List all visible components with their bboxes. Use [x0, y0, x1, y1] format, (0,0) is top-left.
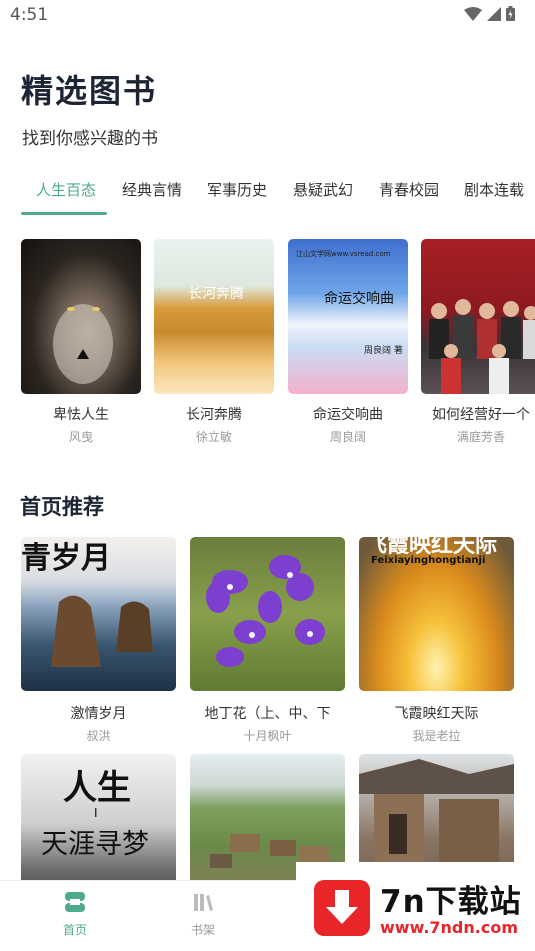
book-author: 满庭芳香 [456, 430, 505, 444]
nav-home[interactable]: 首页 [45, 891, 105, 938]
book-title: 如何经营好一个 [432, 407, 530, 423]
book-author: 徐立敏 [195, 430, 232, 444]
bookshelf-icon [194, 894, 213, 911]
cover-title: 人生 [63, 768, 131, 808]
book-author: 叔洪 [86, 729, 111, 743]
page-title: 精选图书 [21, 72, 158, 110]
book-title: 飞霞映红天际 [394, 706, 479, 722]
book-title: 地丁花（上、中、下 [204, 706, 331, 722]
tab-qingchunxiaoyuan[interactable]: 青春校园 [379, 179, 439, 200]
tab-junshilishi[interactable]: 军事历史 [207, 179, 267, 200]
book-cover: 青岁月 [21, 537, 176, 691]
cover-site: 江山文学网www.vsread.com [296, 250, 391, 258]
status-icons [464, 6, 515, 21]
category-tabs: 人生百态 经典言情 军事历史 悬疑武幻 青春校园 剧本连载 [0, 172, 535, 218]
tab-jingdianyanqing[interactable]: 经典言情 [122, 179, 182, 200]
book-title: 命运交响曲 [313, 407, 383, 423]
cover-separator: I [94, 806, 98, 820]
tab-jubenlianzai[interactable]: 剧本连载 [464, 179, 524, 200]
home-icon [65, 892, 85, 912]
recommend-book[interactable]: 青岁月 激情岁月 叔洪 [21, 537, 176, 744]
signal-icon [487, 6, 501, 21]
book-title: 卑怯人生 [53, 407, 109, 423]
nav-bookshelf-label: 书架 [190, 923, 215, 937]
section-title: 首页推荐 [20, 495, 104, 519]
cover-pinyin: Feixiayinghongtianji [371, 555, 486, 566]
book-author: 周良阔 [329, 430, 366, 444]
featured-book[interactable]: 江山文学网www.vsread.com 命运交响曲 周良阔 著 命运交响曲 周良… [288, 239, 408, 445]
featured-book[interactable]: 如何经营好一个 满庭芳香 [421, 239, 535, 445]
book-title: 激情岁月 [70, 706, 127, 722]
book-cover [421, 239, 535, 394]
status-time: 4:51 [10, 5, 49, 25]
cover-title: 命运交响曲 [324, 291, 394, 307]
book-title: 长河奔腾 [186, 407, 242, 423]
book-author: 十月枫叶 [243, 729, 292, 743]
nav-home-label: 首页 [62, 923, 87, 937]
book-cover: 长河奔腾 [154, 239, 274, 394]
download-logo-icon [314, 880, 370, 936]
recommend-book[interactable]: 地丁花（上、中、下 十月枫叶 [190, 537, 345, 744]
recommend-book[interactable]: 飞霞映红天际 Feixiayinghongtianji 飞霞映红天际 我是老拉 [359, 537, 514, 744]
featured-book[interactable]: 卑怯人生 风曳 [21, 239, 141, 445]
tab-renshengbaitai[interactable]: 人生百态 [36, 179, 96, 200]
book-author: 我是老拉 [412, 729, 461, 743]
featured-book-list: 卑怯人生 风曳 长河奔腾 长河奔腾 徐立敏 江山文学网www.vsread.co… [0, 239, 535, 449]
watermark-url: www.7ndn.com [380, 918, 518, 937]
active-tab-indicator [21, 212, 107, 215]
book-cover: 飞霞映红天际 Feixiayinghongtianji [359, 537, 514, 691]
wifi-icon [464, 6, 482, 21]
watermark-brand: 7n下载站 [380, 884, 522, 920]
book-cover: 江山文学网www.vsread.com 命运交响曲 周良阔 著 [288, 239, 408, 394]
book-cover [21, 239, 141, 394]
status-bar: 4:51 [0, 0, 535, 32]
book-author: 风曳 [68, 430, 93, 444]
cover-subtitle: 天涯寻梦 [41, 829, 149, 860]
cover-author: 周良阔 著 [364, 346, 403, 356]
tab-xuanyiwuhuan[interactable]: 悬疑武幻 [293, 179, 353, 200]
nav-bookshelf[interactable]: 书架 [173, 891, 233, 938]
cover-title: 长河奔腾 [188, 286, 244, 302]
featured-book[interactable]: 长河奔腾 长河奔腾 徐立敏 [154, 239, 274, 445]
page-subtitle: 找到你感兴趣的书 [22, 129, 158, 149]
book-cover [190, 537, 345, 691]
watermark: 7n下载站 www.7ndn.com [296, 862, 535, 951]
battery-icon [506, 6, 515, 21]
